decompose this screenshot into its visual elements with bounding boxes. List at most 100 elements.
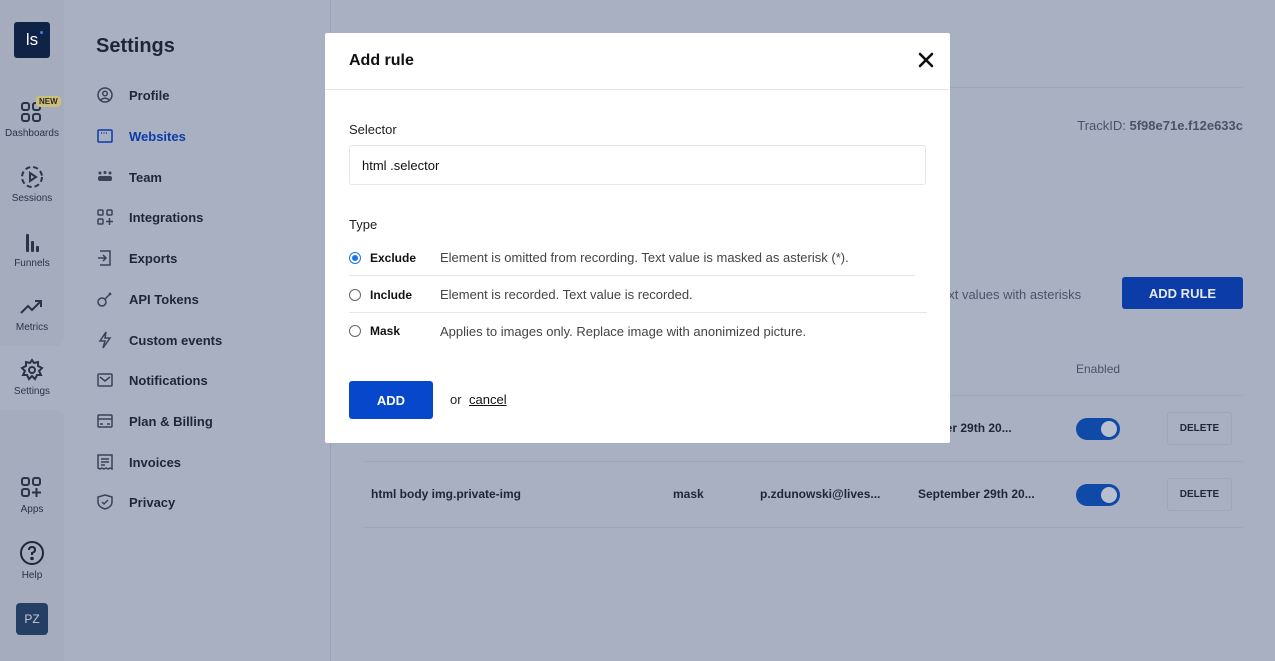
rail-label: Funnels xyxy=(14,258,50,269)
nav-item-notifications[interactable]: Notifications xyxy=(96,371,208,389)
selector-input[interactable] xyxy=(349,145,926,185)
column-header-enabled: Enabled xyxy=(1076,362,1121,376)
credit-card-icon xyxy=(96,412,114,430)
row-selector: html body img.private-img xyxy=(371,487,522,501)
funnels-icon xyxy=(26,234,39,252)
nav-item-plan-billing[interactable]: Plan & Billing xyxy=(96,412,213,430)
nav-label: API Tokens xyxy=(129,291,199,307)
enabled-toggle[interactable] xyxy=(1076,418,1120,440)
receipt-icon xyxy=(96,453,114,471)
rail-label: Sessions xyxy=(11,193,53,204)
row-divider xyxy=(363,461,1243,462)
cancel-link[interactable]: cancel xyxy=(469,392,507,407)
add-rule-button[interactable]: ADD RULE xyxy=(1122,277,1243,309)
rail-item-help[interactable]: Help xyxy=(0,540,64,581)
type-description: Applies to images only. Replace image wi… xyxy=(440,323,807,339)
type-name: Exclude xyxy=(370,250,417,265)
add-rule-modal: Add rule Selector Type Exclude Element i… xyxy=(325,33,950,443)
type-option-exclude[interactable]: Exclude Element is omitted from recordin… xyxy=(349,240,915,276)
type-name: Mask xyxy=(370,324,401,338)
settings-title: Settings xyxy=(96,35,175,57)
toggle-knob xyxy=(1101,487,1117,503)
help-icon xyxy=(20,541,44,565)
avatar-initials: PZ xyxy=(24,612,40,626)
type-description: Element is omitted from recording. Text … xyxy=(440,250,849,265)
rules-hint-text: ext values with asterisks xyxy=(941,287,1082,302)
user-avatar[interactable]: PZ xyxy=(16,603,48,635)
logo-text: ls xyxy=(25,30,39,49)
settings-nav: Settings Profile Websites Team Integrati… xyxy=(64,0,331,661)
row-type: mask xyxy=(673,487,704,501)
enabled-toggle[interactable] xyxy=(1076,484,1120,506)
apps-icon xyxy=(21,477,41,497)
radio-include[interactable] xyxy=(349,288,361,301)
nav-label: Websites xyxy=(129,128,186,144)
delete-button[interactable]: DELETE xyxy=(1167,412,1232,445)
radio-mask[interactable] xyxy=(349,325,361,337)
lightning-icon xyxy=(96,331,114,349)
sessions-icon xyxy=(21,166,43,188)
nav-label: Profile xyxy=(129,87,170,103)
nav-item-invoices[interactable]: Invoices xyxy=(96,453,181,471)
type-description: Element is recorded. Text value is recor… xyxy=(440,287,693,302)
nav-label: Integrations xyxy=(129,209,204,225)
nav-label: Custom events xyxy=(129,332,223,348)
rail-label: Apps xyxy=(20,504,44,515)
rail-label: Help xyxy=(21,570,43,581)
type-option-include[interactable]: Include Element is recorded. Text value … xyxy=(349,277,927,313)
integrations-icon xyxy=(96,208,114,226)
nav-label: Team xyxy=(129,169,162,185)
type-label: Type xyxy=(349,217,378,232)
toggle-knob xyxy=(1101,421,1117,437)
websites-icon xyxy=(96,127,114,145)
selector-label: Selector xyxy=(349,122,397,137)
row-divider xyxy=(363,527,1243,528)
modal-title: Add rule xyxy=(349,52,414,69)
shield-icon xyxy=(96,493,114,511)
row-author: p.zdunowski@lives... xyxy=(760,487,881,501)
rail-label: Metrics xyxy=(15,322,49,333)
rail-item-metrics[interactable]: Metrics xyxy=(0,296,64,333)
nav-label: Exports xyxy=(129,250,178,266)
app-logo[interactable]: ls xyxy=(14,22,50,58)
exports-icon xyxy=(96,249,114,267)
nav-item-team[interactable]: Team xyxy=(96,168,162,186)
track-id-value: 5f98e71e.f12e633c xyxy=(1129,118,1244,133)
metrics-icon xyxy=(20,300,42,314)
nav-item-exports[interactable]: Exports xyxy=(96,249,177,267)
settings-icon xyxy=(20,358,44,381)
rail-label: Settings xyxy=(13,386,51,397)
track-id: TrackID: 5f98e71e.f12e633c xyxy=(1077,118,1243,133)
add-button[interactable]: ADD xyxy=(349,381,433,419)
nav-item-custom-events[interactable]: Custom events xyxy=(96,331,222,349)
close-button[interactable] xyxy=(916,50,936,70)
rail-item-sessions[interactable]: Sessions xyxy=(0,165,64,204)
key-icon xyxy=(96,290,114,308)
type-name: Include xyxy=(370,287,413,302)
rail-item-settings[interactable]: Settings xyxy=(0,358,64,397)
nav-item-profile[interactable]: Profile xyxy=(96,86,169,104)
or-text: or xyxy=(450,392,462,407)
type-option-mask[interactable]: Mask Applies to images only. Replace ima… xyxy=(349,313,915,349)
nav-item-api-tokens[interactable]: API Tokens xyxy=(96,290,199,308)
profile-icon xyxy=(96,86,114,104)
nav-label: Invoices xyxy=(129,454,182,470)
nav-item-websites[interactable]: Websites xyxy=(96,127,186,145)
nav-label: Notifications xyxy=(129,372,208,388)
new-badge: NEW xyxy=(36,96,61,107)
team-icon xyxy=(96,168,114,186)
icon-rail: ls Dashboards NEW Sessions Funnels Metri… xyxy=(0,0,64,661)
nav-item-privacy[interactable]: Privacy xyxy=(96,493,175,511)
rail-label: Dashboards xyxy=(5,128,59,139)
nav-item-integrations[interactable]: Integrations xyxy=(96,208,203,226)
rail-item-funnels[interactable]: Funnels xyxy=(0,232,64,269)
row-date: September 29th 20... xyxy=(918,487,1035,501)
radio-exclude[interactable] xyxy=(349,251,361,264)
logo-dot xyxy=(40,31,43,34)
close-icon xyxy=(918,52,934,68)
nav-label: Privacy xyxy=(129,494,176,510)
mail-icon xyxy=(96,371,114,389)
delete-button[interactable]: DELETE xyxy=(1167,478,1232,511)
rail-item-apps[interactable]: Apps xyxy=(0,476,64,515)
track-id-label: TrackID: xyxy=(1077,118,1126,133)
